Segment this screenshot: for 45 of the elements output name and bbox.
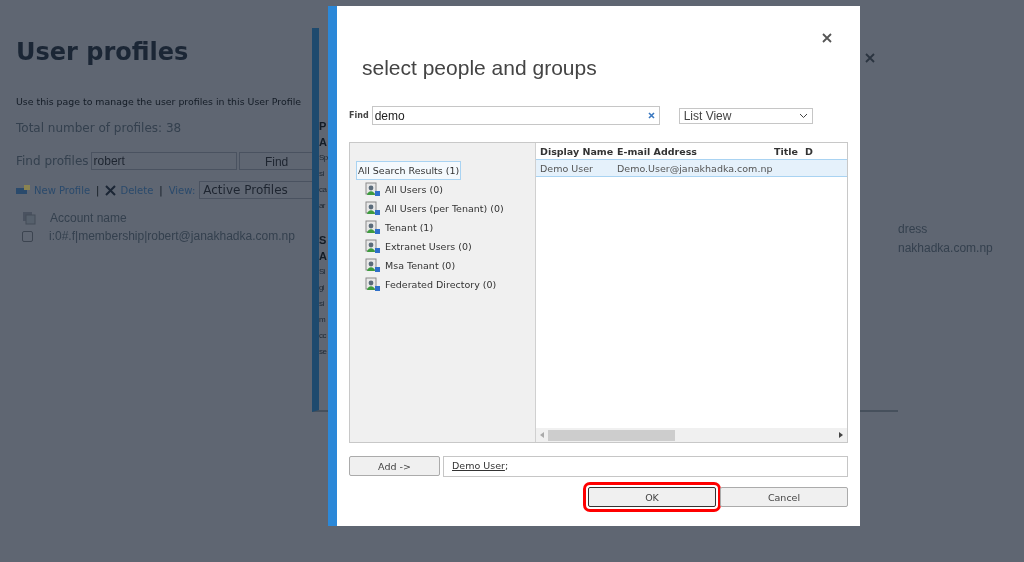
user-group-icon (365, 182, 380, 197)
user-group-icon (365, 277, 380, 292)
column-header: Display Name (540, 145, 615, 157)
scroll-left-icon[interactable] (540, 432, 544, 438)
column-header: E-mail Address (617, 145, 698, 157)
tree-item[interactable]: All Users (0) (383, 182, 445, 197)
tree-item[interactable]: All Users (per Tenant) (0) (383, 201, 506, 216)
user-group-icon (365, 220, 380, 235)
scroll-right-icon[interactable] (839, 432, 843, 438)
dialog-title: select people and groups (362, 56, 598, 80)
tree-item[interactable]: Tenant (1) (383, 220, 436, 235)
section-heading: A (319, 249, 327, 264)
delete-icon (105, 184, 117, 196)
table-cell: Demo.User@janakhadka.com.np (617, 162, 774, 174)
add-button[interactable]: Add -> (349, 456, 440, 476)
user-group-icon (365, 201, 380, 216)
result-row[interactable]: Demo User Demo.User@janakhadka.com.np (536, 159, 847, 177)
tree-item[interactable]: Extranet Users (0) (383, 239, 474, 254)
search-field[interactable]: demo (371, 106, 660, 125)
column-header: Title (774, 145, 799, 157)
section-heading: A (319, 135, 327, 150)
close-icon[interactable] (822, 33, 832, 43)
chevron-down-icon (798, 112, 808, 119)
column-header: D (805, 145, 814, 157)
horizontal-scrollbar[interactable] (536, 428, 847, 442)
selected-people-field[interactable]: Demo User; (443, 456, 848, 477)
tree-item[interactable]: Federated Directory (0) (383, 277, 499, 292)
person-link[interactable]: Demo User (452, 460, 505, 471)
tree-item[interactable]: All Search Results (1) (356, 161, 462, 180)
tree-item[interactable]: Msa Tenant (0) (383, 258, 458, 273)
new-profile-icon (16, 185, 30, 195)
section-heading: S (319, 233, 327, 248)
dialog-button[interactable]: Cancel (720, 487, 848, 507)
select-all-icon[interactable] (23, 211, 36, 225)
page-title: User profiles (16, 38, 189, 66)
separator: | (158, 184, 164, 196)
find-label: Find (349, 111, 369, 120)
user-group-icon (365, 258, 380, 273)
view-dropdown[interactable]: List View (678, 107, 813, 124)
table-cell-text: Demo User (540, 162, 594, 174)
user-group-icon (365, 239, 380, 254)
row-checkbox[interactable] (22, 230, 33, 242)
separator: | (95, 184, 101, 196)
clear-icon[interactable] (647, 112, 655, 119)
section-heading: P (319, 119, 327, 134)
